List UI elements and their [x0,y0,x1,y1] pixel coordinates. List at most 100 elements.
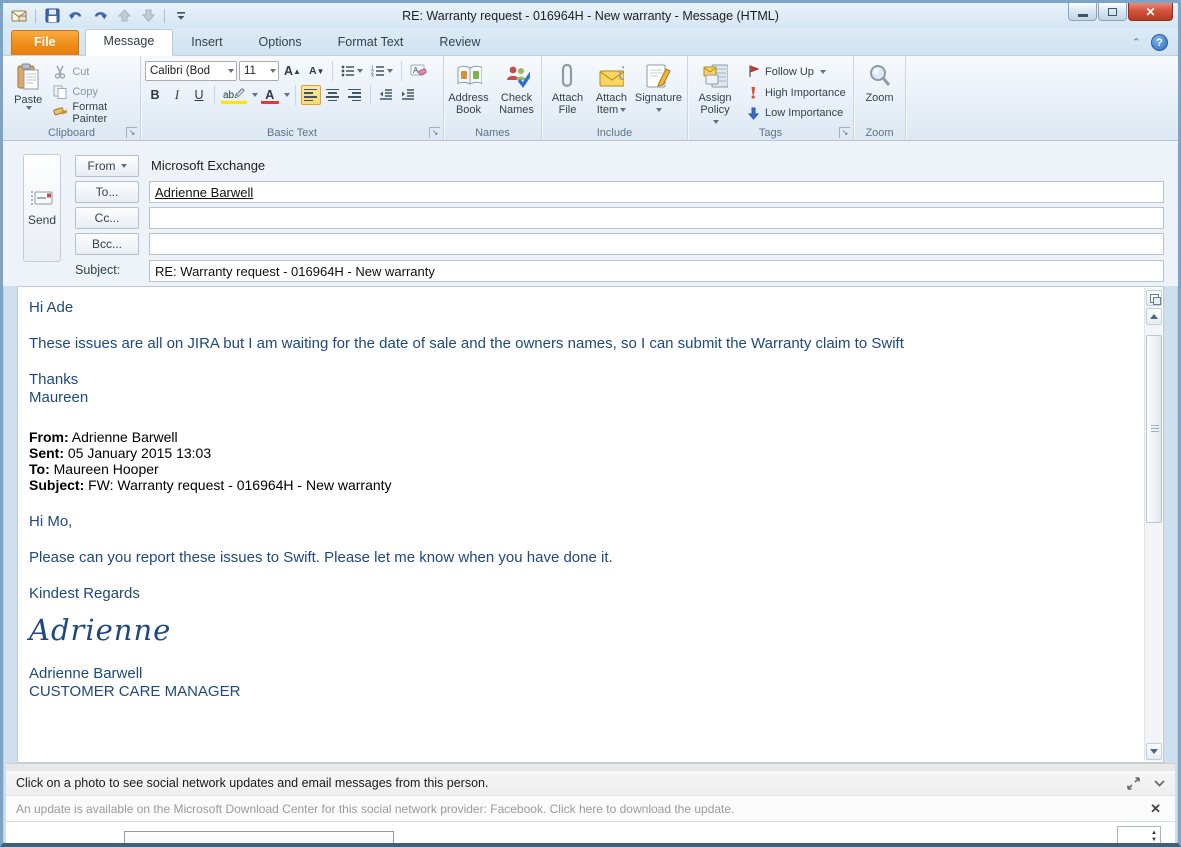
increase-indent-button[interactable] [398,85,418,105]
cc-button[interactable]: Cc... [75,207,139,229]
to-button[interactable]: To... [75,181,139,203]
clipboard-dialog-launcher[interactable]: ↘ [126,127,137,138]
customize-qat-button[interactable] [171,7,191,25]
tab-message[interactable]: Message [84,29,174,56]
people-pane-scrollbar[interactable]: ▲ ▼ [1117,826,1161,843]
bullets-button[interactable] [338,61,366,81]
font-name-combo[interactable]: Calibri (Bod [145,61,237,81]
numbering-icon: 123 [371,65,385,77]
bcc-button[interactable]: Bcc... [75,233,139,255]
high-importance-button[interactable]: High Importance [742,84,849,102]
include-group: Attach File Attach Item Signature Includ… [542,56,688,140]
help-icon[interactable]: ? [1151,34,1168,51]
decrease-indent-button[interactable] [376,85,396,105]
next-item-button[interactable] [138,7,158,25]
attach-item-button[interactable]: Attach Item [589,59,634,123]
redo-button[interactable] [90,7,110,25]
to-field[interactable]: Adrienne Barwell [149,181,1164,203]
grow-font-button[interactable]: A ▲ [281,61,304,81]
cut-icon [52,64,68,80]
font-size-combo[interactable]: 11 [239,61,279,81]
highlight-caret[interactable] [251,93,258,97]
bold-button[interactable]: B [145,85,165,105]
zoom-magnifier-icon [867,63,893,89]
expand-people-pane-icon[interactable] [1127,776,1140,790]
follow-up-button[interactable]: Follow Up [742,63,849,81]
body-scrollbar[interactable] [1144,288,1162,761]
highlight-button[interactable]: ab 🖉 [220,85,248,105]
paste-button[interactable]: Paste [7,59,49,123]
align-right-icon [348,88,362,102]
clear-formatting-button[interactable]: A [407,61,430,81]
italic-button[interactable]: I [167,85,187,105]
subject-value: RE: Warranty request - 016964H - New war… [155,263,435,279]
ruler-toggle-icon[interactable] [1145,290,1162,306]
align-center-button[interactable] [323,85,343,105]
people-pane-header: Click on a photo to see social network u… [6,771,1175,796]
dismiss-update-icon[interactable]: ✕ [1150,801,1161,817]
social-update-text[interactable]: An update is available on the Microsoft … [16,802,734,816]
copy-button[interactable]: Copy [49,83,136,101]
close-button[interactable]: ✕ [1128,3,1173,21]
signature-icon [645,63,672,89]
align-left-button[interactable] [300,85,321,105]
address-book-button[interactable]: Address Book [445,59,493,123]
basic-text-dialog-launcher[interactable]: ↘ [429,127,440,138]
quoted-headers: From: Adrienne Barwell Sent: 05 January … [29,429,392,493]
subject-field[interactable]: RE: Warranty request - 016964H - New war… [149,260,1164,282]
underline-button[interactable]: U [189,85,209,105]
from-button[interactable]: From [75,155,139,177]
signature-button[interactable]: Signature [634,59,683,123]
quick-access-toolbar [3,7,191,25]
follow-up-flag-icon [745,64,761,80]
tab-insert[interactable]: Insert [173,31,240,55]
check-names-button[interactable]: Check Names [493,59,541,123]
quoted-closing: Kindest Regards [29,585,140,602]
people-pane-splitter[interactable] [6,763,1175,771]
ribbon-tab-row: File Message Insert Options Format Text … [3,28,1178,56]
scroll-down-button[interactable] [1145,743,1162,760]
chevron-down-icon[interactable] [1154,779,1165,787]
minimize-icon [1077,13,1088,17]
numbering-caret [387,69,394,73]
tab-review[interactable]: Review [421,31,498,55]
font-color-caret[interactable] [283,93,290,97]
copy-icon [52,84,68,100]
tab-file[interactable]: File [11,30,79,55]
tab-format-text[interactable]: Format Text [320,31,422,55]
scroll-up-button[interactable] [1145,308,1162,325]
tags-dialog-launcher[interactable]: ↘ [839,127,850,138]
font-color-button[interactable]: A [260,85,280,105]
attach-file-button[interactable]: Attach File [546,59,589,123]
qat-separator [35,8,36,23]
body-thanks: Thanks [29,371,79,388]
message-body[interactable]: Hi Ade These issues are all on JIRA but … [17,286,1164,763]
quoted-paragraph: Please can you report these issues to Sw… [29,549,613,566]
numbering-button[interactable]: 123 [368,61,396,81]
previous-item-button[interactable] [114,7,134,25]
restore-button[interactable] [1098,3,1127,21]
paste-icon [15,63,41,91]
contact-photo-placeholder[interactable] [124,831,394,843]
format-painter-button[interactable]: Format Painter [49,101,136,125]
scrollbar-thumb[interactable] [1146,335,1162,523]
align-right-button[interactable] [345,85,365,105]
minimize-button[interactable] [1068,3,1097,21]
format-painter-icon [52,105,68,121]
send-button[interactable]: Send [23,154,61,262]
to-recipient[interactable]: Adrienne Barwell [155,185,253,200]
low-importance-button[interactable]: Low Importance [742,104,849,122]
bcc-field[interactable] [149,233,1164,255]
tab-options[interactable]: Options [241,31,320,55]
assign-policy-button[interactable]: Assign Policy [692,59,738,125]
people-pane-hint: Click on a photo to see social network u… [16,776,489,790]
save-button[interactable] [42,7,62,25]
signature-script: Adrienne [29,613,172,647]
cut-button[interactable]: Cut [49,63,136,81]
cc-field[interactable] [149,207,1164,229]
shrink-font-button[interactable]: A ▼ [306,61,328,81]
zoom-button[interactable]: Zoom [858,59,901,123]
collapse-ribbon-icon[interactable]: ⌃ [1132,36,1141,49]
subject-label: Subject: [75,263,121,277]
undo-button[interactable] [66,7,86,25]
